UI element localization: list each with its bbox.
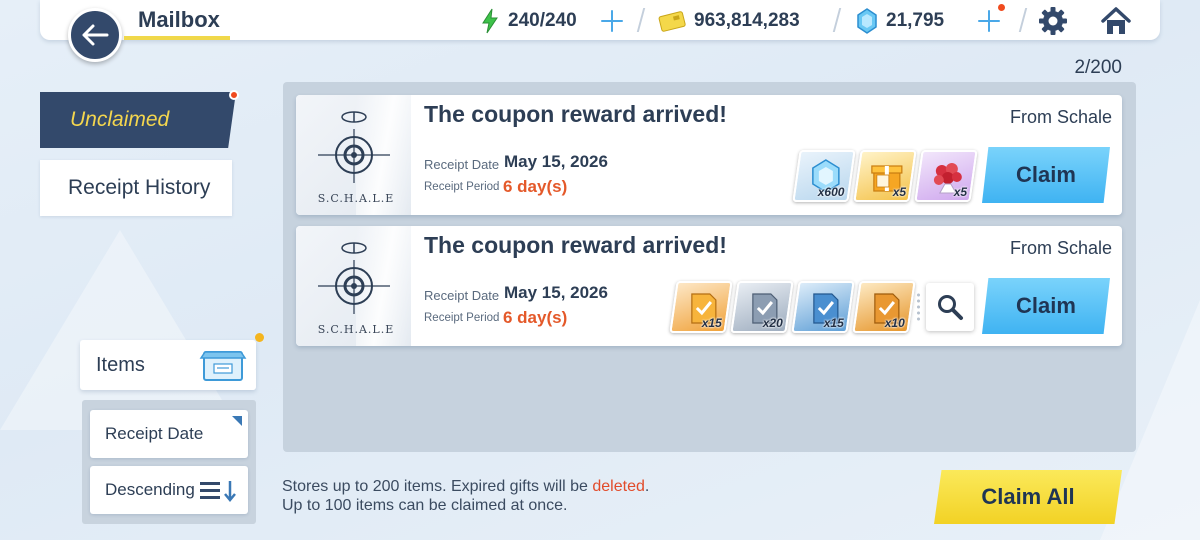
notification-dot	[998, 4, 1005, 11]
mail-count: 2/200	[1074, 57, 1122, 78]
reward-quantity: x10	[884, 316, 905, 330]
reward-item[interactable]: x15	[669, 281, 733, 333]
reward-quantity: x600	[818, 185, 845, 199]
settings-gear-icon	[1039, 7, 1067, 35]
schale-crosshair-icon	[318, 111, 390, 183]
schale-logo-text: S.C.H.A.L.E	[317, 323, 395, 336]
receipt-period-label: Receipt Period	[424, 312, 500, 324]
receipt-date-label: Receipt Date	[424, 288, 500, 303]
reward-item[interactable]: x600	[792, 150, 856, 202]
receipt-date-value: May 15, 2026	[504, 283, 608, 302]
back-arrow-icon	[82, 24, 109, 46]
home-icon	[1101, 7, 1131, 34]
tab-unclaimed[interactable]: Unclaimed	[40, 92, 236, 148]
divider-dots	[917, 292, 920, 322]
stamina-value: 240/240	[508, 10, 577, 31]
reward-item[interactable]: x15	[791, 281, 855, 333]
gems-counter: 21,795	[856, 8, 944, 34]
tab-receipt-history[interactable]: Receipt History	[40, 160, 232, 216]
inspect-rewards-button[interactable]	[926, 283, 974, 331]
credits-value: 963,814,283	[694, 10, 800, 31]
stamina-counter: 240/240	[480, 8, 577, 34]
claim-all-button[interactable]: Claim All	[934, 470, 1122, 524]
claim-button[interactable]: Claim	[982, 278, 1110, 334]
claim-button-label: Claim	[1016, 162, 1076, 187]
reward-quantity: x15	[701, 316, 722, 330]
title-underline	[124, 36, 230, 40]
notification-dot	[229, 90, 239, 100]
reward-item[interactable]: x5	[853, 150, 917, 202]
receipt-date-label: Receipt Date	[424, 157, 500, 172]
pyroxene-gem-icon	[857, 8, 877, 34]
claim-button-label: Claim	[1016, 293, 1076, 318]
schale-crosshair-icon	[318, 242, 390, 314]
reward-item[interactable]: x10	[852, 281, 916, 333]
mail-title: The coupon reward arrived!	[424, 101, 727, 127]
back-button[interactable]	[68, 8, 122, 62]
sort-field-button[interactable]: Receipt Date	[90, 410, 248, 458]
storage-note: Stores up to 200 items. Expired gifts wi…	[282, 478, 649, 496]
settings-button[interactable]	[1038, 6, 1068, 36]
claim-button[interactable]: Claim	[982, 147, 1110, 203]
schale-logo: S.C.H.A.L.E	[296, 95, 412, 215]
receipt-date-value: May 15, 2026	[504, 152, 608, 171]
mail-sender: From Schale	[1009, 107, 1112, 127]
deleted-warning: deleted	[592, 478, 645, 495]
sort-order-button[interactable]: Descending	[90, 466, 248, 514]
receipt-period-label: Receipt Period	[424, 181, 500, 193]
credit-card-icon	[658, 11, 686, 32]
storage-note-text: Stores up to 200 items. Expired gifts wi…	[282, 478, 593, 495]
mail-envelope-icon	[199, 351, 247, 381]
reward-quantity: x5	[892, 185, 906, 199]
notification-dot	[255, 333, 264, 342]
sort-field-label: Receipt Date	[105, 424, 204, 443]
dropdown-corner-icon	[232, 416, 242, 426]
magnifier-icon	[938, 295, 963, 320]
reward-item[interactable]: x5	[914, 150, 978, 202]
tab-receipt-history-label: Receipt History	[68, 176, 211, 199]
schale-logo: S.C.H.A.L.E	[296, 226, 412, 346]
tab-unclaimed-label: Unclaimed	[70, 108, 170, 131]
sort-panel: Receipt Date Descending	[82, 400, 256, 524]
reward-quantity: x20	[762, 316, 783, 330]
gems-value: 21,795	[886, 10, 945, 31]
page-title: Mailbox	[138, 7, 220, 32]
schale-logo-text: S.C.H.A.L.E	[317, 192, 395, 205]
receipt-period-value: 6 day(s)	[503, 177, 568, 196]
claim-limit-note: Up to 100 items can be claimed at once.	[282, 497, 568, 514]
mail-title: The coupon reward arrived!	[424, 232, 727, 258]
add-stamina-button[interactable]	[599, 8, 625, 34]
credits-counter: 963,814,283	[658, 8, 800, 34]
reward-quantity: x5	[953, 185, 967, 199]
reward-item[interactable]: x20	[730, 281, 794, 333]
reward-quantity: x15	[823, 316, 844, 330]
sort-descending-icon	[200, 481, 236, 502]
claim-all-label: Claim All	[981, 484, 1075, 509]
items-filter-label: Items	[96, 353, 145, 376]
storage-note-end: .	[644, 478, 650, 495]
mail-item[interactable]: S.C.H.A.L.E The coupon reward arrived! F…	[296, 226, 1122, 346]
mail-sender: From Schale	[1009, 238, 1112, 258]
items-filter-button[interactable]: Items	[80, 340, 256, 390]
home-button[interactable]	[1100, 6, 1131, 36]
stamina-bolt-icon	[482, 8, 498, 34]
receipt-period-value: 6 day(s)	[503, 308, 568, 327]
add-gems-button[interactable]	[976, 8, 1002, 34]
mail-item[interactable]: S.C.H.A.L.E The coupon reward arrived! F…	[296, 95, 1122, 215]
sort-order-label: Descending	[105, 480, 195, 499]
